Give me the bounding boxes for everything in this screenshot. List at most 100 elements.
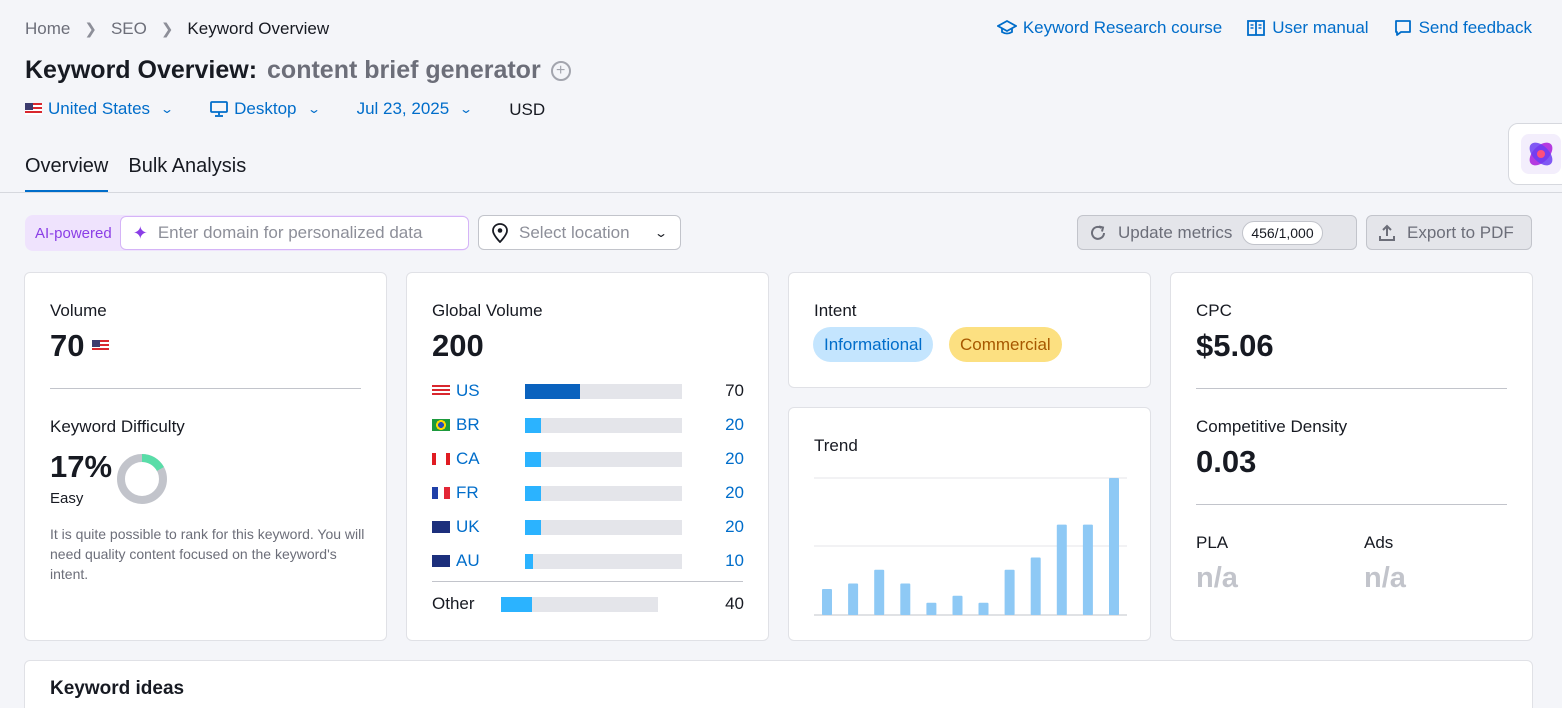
copilot-widget[interactable] <box>1508 123 1562 185</box>
competitive-density-label: Competitive Density <box>1196 417 1348 436</box>
country-row-uk[interactable]: UK 20 <box>432 517 744 537</box>
trend-label: Trend <box>814 436 858 455</box>
update-count-badge: 456/1,000 <box>1242 220 1323 245</box>
country-row-au[interactable]: AU 10 <box>432 551 744 571</box>
us-flag-icon <box>25 102 42 115</box>
intent-label: Intent <box>814 301 857 320</box>
country-value: 20 <box>725 449 744 468</box>
top-links: Keyword Research course User manual Send… <box>996 18 1532 38</box>
cpc-value: $5.06 <box>1196 328 1274 363</box>
tab-bulk-analysis[interactable]: Bulk Analysis <box>128 155 246 193</box>
chat-bubble-icon <box>1394 20 1411 36</box>
filters-bar: United States ⌄ Desktop ⌄ Jul 23, 2025 ⌄… <box>25 97 545 120</box>
tabs-divider <box>0 192 1562 193</box>
copilot-logo-icon <box>1521 134 1561 174</box>
tabs: Overview Bulk Analysis <box>25 155 246 193</box>
country-bar <box>525 383 682 399</box>
kd-value: 17% <box>50 449 113 484</box>
other-bar <box>501 596 658 612</box>
trend-bar[interactable] <box>874 569 885 615</box>
keyword-research-course-link[interactable]: Keyword Research course <box>996 18 1222 38</box>
trend-bar[interactable] <box>978 602 989 615</box>
country-value: 10 <box>725 551 744 570</box>
volume-value: 70 <box>50 328 85 363</box>
update-metrics-button[interactable]: Update metrics 456/1,000 <box>1077 215 1357 250</box>
divider <box>1196 388 1507 389</box>
add-keyword-icon[interactable]: + <box>550 60 571 81</box>
country-bar-fill <box>525 451 541 467</box>
trend-bar[interactable] <box>952 595 963 615</box>
export-pdf-button[interactable]: Export to PDF <box>1366 215 1532 250</box>
kd-label: Keyword Difficulty <box>50 417 185 436</box>
divider <box>1196 504 1507 505</box>
volume-value-row: 70 <box>50 328 110 364</box>
trend-bar[interactable] <box>848 583 859 616</box>
intent-card: Intent Informational Commercial <box>788 272 1151 388</box>
us-flag-icon <box>92 340 110 352</box>
country-code[interactable]: BR <box>456 415 501 435</box>
kd-level: Easy <box>50 490 84 507</box>
flag-ca-icon <box>432 453 450 465</box>
country-bar-fill <box>525 553 533 569</box>
trend-bar[interactable] <box>1082 524 1093 615</box>
intent-informational-badge: Informational <box>813 327 934 362</box>
global-volume-card: Global Volume 200 US 70 BR 20 CA 20 FR 20 UK 20 AU… <box>406 272 769 641</box>
country-bar <box>525 451 682 467</box>
location-select[interactable]: Select location ⌄ <box>478 215 681 250</box>
breadcrumb-seo[interactable]: SEO <box>111 19 147 39</box>
chevron-right-icon: ❯ <box>160 21 174 38</box>
country-code[interactable]: UK <box>456 517 501 537</box>
breadcrumb-home[interactable]: Home <box>25 19 70 39</box>
country-row-br[interactable]: BR 20 <box>432 415 744 435</box>
domain-input[interactable]: ✦ Enter domain for personalized data <box>119 216 469 250</box>
country-filter[interactable]: United States ⌄ <box>25 99 174 119</box>
trend-bar[interactable] <box>1109 478 1119 615</box>
trend-bar[interactable] <box>822 589 832 615</box>
flag-fr-icon <box>432 487 450 499</box>
chevron-down-icon: ⌄ <box>306 101 321 116</box>
country-row-other: Other 40 <box>432 594 744 614</box>
country-row-fr[interactable]: FR 20 <box>432 483 744 503</box>
device-filter[interactable]: Desktop ⌄ <box>210 99 321 119</box>
breadcrumb: Home ❯ SEO ❯ Keyword Overview <box>25 19 329 39</box>
trend-bar[interactable] <box>900 583 911 616</box>
send-feedback-link[interactable]: Send feedback <box>1393 18 1532 38</box>
title-prefix: Keyword Overview: <box>25 56 258 84</box>
country-row-ca[interactable]: CA 20 <box>432 449 744 469</box>
refresh-icon <box>1091 225 1105 240</box>
ads-label: Ads <box>1364 533 1394 552</box>
chevron-down-icon: ⌄ <box>459 101 474 116</box>
country-value: 70 <box>725 381 744 400</box>
flag-uk-icon <box>432 521 450 533</box>
country-bar <box>525 519 682 535</box>
graduation-cap-icon <box>996 19 1017 35</box>
volume-label: Volume <box>50 301 107 320</box>
global-volume-value: 200 <box>432 328 484 363</box>
country-code[interactable]: US <box>456 381 501 401</box>
sparkle-icon: ✦ <box>132 222 148 243</box>
ads-value: n/a <box>1364 562 1406 594</box>
country-code[interactable]: CA <box>456 449 501 469</box>
ai-powered-label: AI-powered <box>35 224 112 242</box>
global-volume-label: Global Volume <box>432 301 543 320</box>
flag-br-icon <box>432 419 450 431</box>
trend-bar[interactable] <box>926 602 937 615</box>
trend-bar[interactable] <box>1004 569 1015 615</box>
country-code[interactable]: AU <box>456 551 501 571</box>
country-bar <box>525 553 682 569</box>
trend-bar[interactable] <box>1056 524 1067 615</box>
tab-overview[interactable]: Overview <box>25 155 109 193</box>
country-bar-fill <box>525 519 541 535</box>
cpc-label: CPC <box>1196 301 1232 320</box>
country-code[interactable]: FR <box>456 483 501 503</box>
country-bar-fill <box>525 485 541 501</box>
keyword-ideas-title: Keyword ideas <box>50 678 185 699</box>
breadcrumb-current: Keyword Overview <box>187 19 330 38</box>
competitive-density-value: 0.03 <box>1196 444 1257 479</box>
date-filter[interactable]: Jul 23, 2025 ⌄ <box>357 99 474 119</box>
country-row-us[interactable]: US 70 <box>432 381 744 401</box>
pla-value: n/a <box>1196 562 1238 594</box>
domain-placeholder: Enter domain for personalized data <box>157 223 423 242</box>
trend-bar[interactable] <box>1030 557 1041 616</box>
user-manual-link[interactable]: User manual <box>1246 18 1369 38</box>
